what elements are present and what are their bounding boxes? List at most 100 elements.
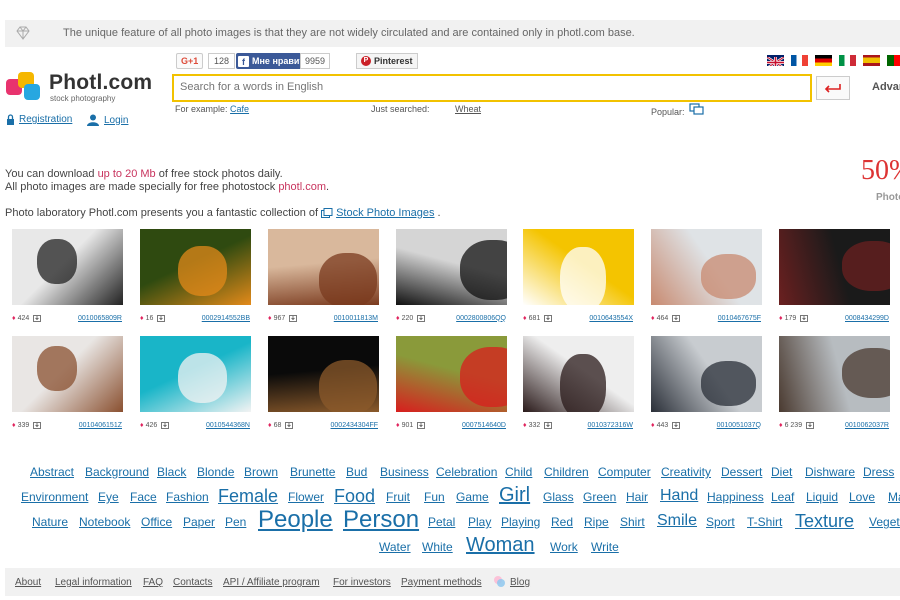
tag-link[interactable]: Child — [505, 465, 532, 479]
pinterest-button[interactable]: P Pinterest — [356, 53, 418, 69]
like-icon[interactable]: ♦ — [396, 315, 400, 322]
download-icon[interactable] — [161, 421, 170, 429]
tag-link[interactable]: Face — [130, 490, 157, 504]
photo-thumbnail[interactable] — [268, 336, 379, 412]
photo-code-link[interactable]: 0010062037R — [845, 422, 889, 429]
tag-link[interactable]: Red — [551, 515, 573, 529]
tag-link[interactable]: Woman — [466, 534, 535, 557]
photo-thumbnail[interactable] — [12, 229, 123, 305]
photo-code-link[interactable]: 0002434304FF — [331, 422, 378, 429]
photo-thumbnail[interactable] — [140, 229, 251, 305]
download-icon[interactable] — [157, 314, 166, 322]
tag-link[interactable]: Eye — [98, 490, 119, 504]
tag-link[interactable]: Petal — [428, 515, 455, 529]
footer-link[interactable]: FAQ — [143, 577, 163, 588]
tag-link[interactable]: Background — [85, 465, 149, 479]
tag-link[interactable]: Office — [141, 515, 172, 529]
tag-link[interactable]: White — [422, 540, 453, 554]
photo-thumbnail[interactable] — [651, 336, 762, 412]
tag-link[interactable]: Flower — [288, 490, 324, 504]
tag-link[interactable]: Computer — [598, 465, 651, 479]
photo-code-link[interactable]: 0010372316W — [587, 422, 633, 429]
tag-link[interactable]: Hair — [626, 490, 648, 504]
photo-code-link[interactable]: 0010011813M — [334, 315, 378, 322]
download-icon[interactable] — [289, 314, 298, 322]
tag-link[interactable]: Blonde — [197, 465, 234, 479]
tag-link[interactable]: Dress — [863, 465, 894, 479]
tag-link[interactable]: Love — [849, 490, 875, 504]
advanced-search-link[interactable]: Advanced — [872, 81, 900, 93]
download-icon[interactable] — [672, 421, 681, 429]
download-icon[interactable] — [806, 421, 815, 429]
tag-link[interactable]: People — [258, 506, 333, 534]
photo-thumbnail[interactable] — [523, 336, 634, 412]
download-icon[interactable] — [672, 314, 681, 322]
tag-link[interactable]: Fun — [424, 490, 445, 504]
tag-link[interactable]: Dessert — [721, 465, 762, 479]
tag-link[interactable]: Business — [380, 465, 429, 479]
like-icon[interactable]: ♦ — [12, 315, 16, 322]
tag-link[interactable]: Smile — [657, 512, 697, 530]
photo-code-link[interactable]: 0010406151Z — [79, 422, 122, 429]
like-icon[interactable]: ♦ — [523, 315, 527, 322]
download-icon[interactable] — [33, 421, 42, 429]
search-button[interactable] — [816, 76, 850, 100]
like-icon[interactable]: ♦ — [779, 315, 783, 322]
download-icon[interactable] — [417, 314, 426, 322]
like-icon[interactable]: ♦ — [268, 422, 272, 429]
photo-thumbnail[interactable] — [779, 229, 890, 305]
tag-link[interactable]: Person — [343, 506, 419, 534]
photo-thumbnail[interactable] — [268, 229, 379, 305]
tag-link[interactable]: Paper — [183, 515, 215, 529]
tag-link[interactable]: Fruit — [386, 490, 410, 504]
tag-link[interactable]: Ripe — [584, 515, 609, 529]
photo-code-link[interactable]: 0010544368N — [206, 422, 250, 429]
tag-link[interactable]: Play — [468, 515, 491, 529]
download-icon[interactable] — [33, 314, 42, 322]
photo-thumbnail[interactable] — [779, 336, 890, 412]
tag-link[interactable]: Dishware — [805, 465, 855, 479]
photo-code-link[interactable]: 0008434299D — [845, 315, 889, 322]
tag-link[interactable]: Ma — [888, 490, 900, 504]
tag-link[interactable]: Water — [379, 540, 411, 554]
tag-link[interactable]: Bud — [346, 465, 367, 479]
tag-link[interactable]: Abstract — [30, 465, 74, 479]
just-searched-link[interactable]: Wheat — [455, 104, 481, 114]
tag-link[interactable]: Girl — [499, 484, 530, 507]
tag-link[interactable]: Glass — [543, 490, 574, 504]
like-icon[interactable]: ♦ — [268, 315, 272, 322]
tag-link[interactable]: Texture — [795, 511, 854, 532]
tag-link[interactable]: Food — [334, 486, 375, 507]
download-icon[interactable] — [544, 421, 553, 429]
tag-link[interactable]: Diet — [771, 465, 792, 479]
like-icon[interactable]: ♦ — [396, 422, 400, 429]
tag-link[interactable]: Children — [544, 465, 589, 479]
registration-link[interactable]: Registration — [19, 114, 72, 125]
footer-link[interactable]: For investors — [333, 577, 391, 588]
flag-uk-icon[interactable] — [767, 55, 784, 66]
tag-link[interactable]: Fashion — [166, 490, 209, 504]
tag-link[interactable]: Celebration — [436, 465, 497, 479]
tag-link[interactable]: Happiness — [707, 490, 764, 504]
tag-link[interactable]: Playing — [501, 515, 540, 529]
download-icon[interactable] — [417, 421, 426, 429]
google-plus-button[interactable]: G+1 — [176, 53, 204, 69]
download-icon[interactable] — [800, 314, 809, 322]
tag-link[interactable]: Work — [550, 540, 578, 554]
download-icon[interactable] — [544, 314, 553, 322]
like-icon[interactable]: ♦ — [523, 422, 527, 429]
photo-code-link[interactable]: 0010051037Q — [717, 422, 761, 429]
flag-germany-icon[interactable] — [815, 55, 832, 66]
photo-thumbnail[interactable] — [523, 229, 634, 305]
tag-link[interactable]: Sport — [706, 515, 735, 529]
search-input[interactable] — [174, 76, 806, 98]
photo-code-link[interactable]: 0002914552BB — [202, 315, 250, 322]
tag-link[interactable]: Green — [583, 490, 616, 504]
like-icon[interactable]: ♦ — [140, 315, 144, 322]
flag-spain-icon[interactable] — [863, 55, 880, 66]
flag-france-icon[interactable] — [791, 55, 808, 66]
photo-thumbnail[interactable] — [140, 336, 251, 412]
tag-link[interactable]: Black — [157, 465, 186, 479]
footer-link[interactable]: About — [15, 577, 41, 588]
like-icon[interactable]: ♦ — [779, 422, 783, 429]
